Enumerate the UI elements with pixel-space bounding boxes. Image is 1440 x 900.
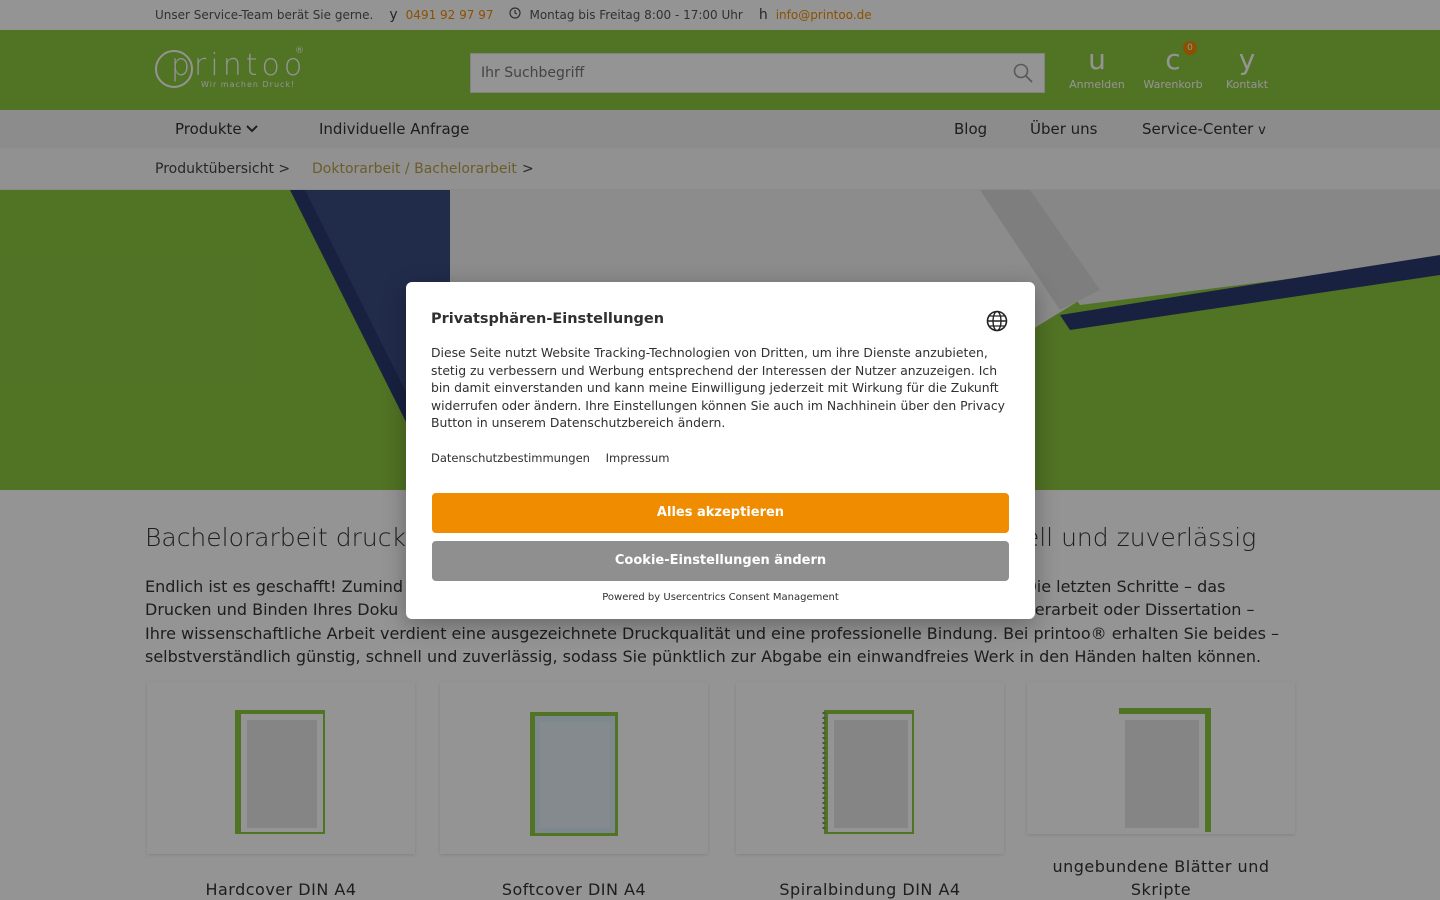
consent-links: Datenschutzbestimmungen Impressum: [431, 451, 682, 465]
privacy-policy-link[interactable]: Datenschutzbestimmungen: [431, 451, 590, 465]
powered-by-text: Powered by Usercentrics Consent Manageme…: [602, 592, 839, 603]
imprint-link[interactable]: Impressum: [606, 451, 670, 465]
consent-title: Privatsphären-Einstellungen: [431, 311, 665, 327]
globe-icon[interactable]: [986, 310, 1008, 332]
consent-dialog: Privatsphären-Einstellungen Diese Seite …: [406, 282, 1035, 619]
accept-all-button[interactable]: Alles akzeptieren: [432, 493, 1009, 533]
cookie-settings-button[interactable]: Cookie-Einstellungen ändern: [432, 541, 1009, 581]
consent-body: Diese Seite nutzt Website Tracking-Techn…: [431, 345, 1005, 431]
